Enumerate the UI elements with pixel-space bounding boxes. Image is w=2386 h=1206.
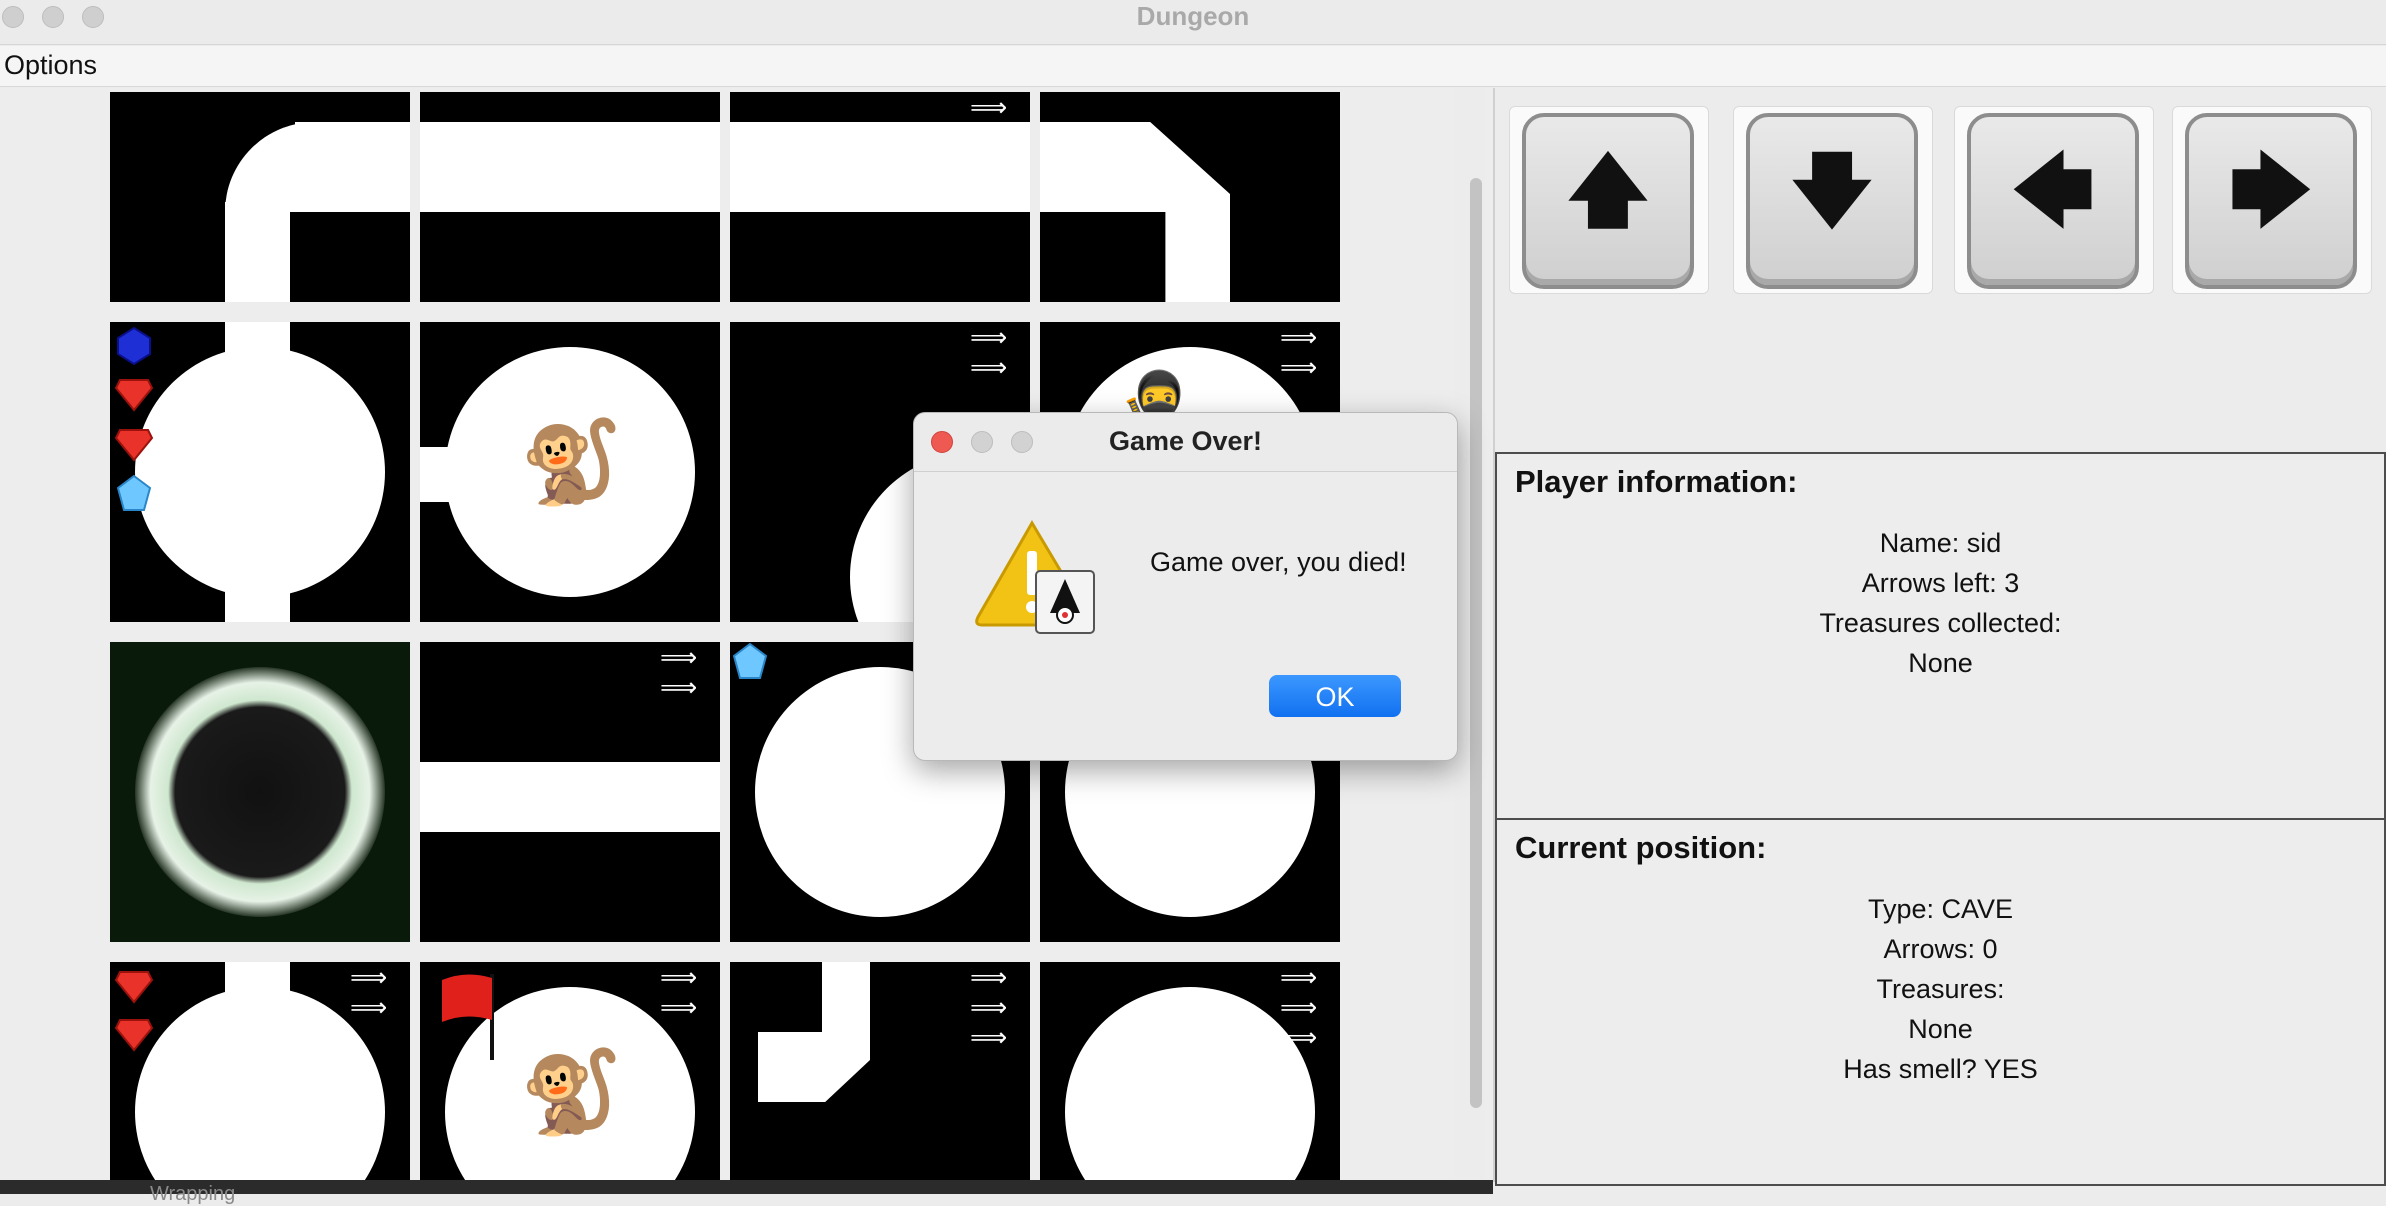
move-right-button[interactable]: 🡆 [2185, 113, 2357, 289]
down-arrow-icon: 🡇 [1790, 146, 1874, 235]
ruby-gem-icon [114, 374, 154, 414]
player-info-panel: Player information: Name: sid Arrows lef… [1495, 452, 2386, 820]
move-up-card: 🡅 [1509, 106, 1709, 294]
map-cell: 🐒 ⟹ ⟹ [420, 962, 720, 1182]
ok-button[interactable]: OK [1269, 675, 1401, 717]
map-cell: ⟹ ⟹ [420, 642, 720, 942]
player-treasures-label: Treasures collected: [1819, 608, 2062, 638]
map-cell [1040, 92, 1340, 302]
arrows-marker: ⟹ ⟹ ⟹ [1280, 962, 1318, 1052]
sapphire-gem-icon [114, 326, 154, 366]
map-cell: ⟹ ⟹ ⟹ [1040, 962, 1340, 1182]
dialog-message: Game over, you died! [1150, 547, 1407, 577]
position-smell: Has smell? YES [1843, 1054, 2038, 1084]
otyugh-monster-icon: 🐒 [520, 417, 623, 508]
ruby-gem-icon [114, 424, 154, 464]
player-name: Name: sid [1879, 528, 2002, 558]
background-window-text: Wrapping [150, 1183, 236, 1205]
diamond-gem-icon [114, 474, 154, 514]
dialog-title: Game Over! [1108, 426, 1263, 456]
left-arrow-icon: 🡄 [2011, 146, 2095, 235]
position-type: Type: CAVE [1867, 894, 2014, 924]
map-cell [110, 92, 410, 302]
position-arrows: Arrows: 0 [1883, 934, 1998, 964]
window-title: Dungeon [1136, 1, 1250, 31]
arrows-marker: ⟹ ⟹ ⟹ [970, 962, 1008, 1052]
player-treasures-value: None [1908, 648, 1973, 678]
player-arrows-left: Arrows left: 3 [1861, 568, 2020, 598]
move-left-card: 🡄 [1954, 106, 2154, 294]
map-cell [110, 642, 410, 942]
diamond-gem-icon [730, 642, 770, 682]
game-over-dialog: Game Over! Game over, you died! OK [913, 412, 1458, 761]
map-cell: ⟹ ⟹ [730, 92, 1030, 302]
map-cell [420, 92, 720, 302]
pit-icon [135, 667, 385, 917]
move-left-button[interactable]: 🡄 [1967, 113, 2139, 289]
arrows-marker: ⟹ ⟹ [660, 642, 698, 702]
window-title-bar: Dungeon [0, 0, 2386, 45]
map-cell: 🐒 [420, 322, 720, 622]
arrows-marker: ⟹ ⟹ [1280, 322, 1318, 382]
position-treasures-value: None [1908, 1014, 1973, 1044]
position-treasures-label: Treasures: [1876, 974, 2005, 1004]
ruby-gem-icon [114, 966, 154, 1006]
dialog-title-bar: Game Over! [914, 413, 1457, 472]
warning-icon [972, 517, 1096, 642]
up-arrow-icon: 🡅 [1566, 146, 1650, 235]
right-arrow-icon: 🡆 [2229, 146, 2313, 235]
map-scrollbar-thumb[interactable] [1470, 178, 1482, 1108]
menu-bar: Options [0, 46, 2386, 87]
player-info-heading: Player information: [1515, 464, 1798, 499]
arrows-marker: ⟹ ⟹ [970, 322, 1008, 382]
current-position-heading: Current position: [1515, 830, 1767, 865]
player-flag-icon [438, 970, 502, 1065]
map-cell: ⟹ ⟹ ⟹ [730, 962, 1030, 1182]
menu-options[interactable]: Options [4, 50, 97, 81]
map-cell [110, 322, 410, 622]
arrows-marker: ⟹ ⟹ [660, 962, 698, 1022]
move-up-button[interactable]: 🡅 [1522, 113, 1694, 289]
ruby-gem-icon [114, 1014, 154, 1054]
arrows-marker: ⟹ ⟹ [970, 92, 1008, 152]
map-cell: ⟹ ⟹ [110, 962, 410, 1182]
arrows-marker: ⟹ ⟹ [350, 962, 388, 1022]
move-right-card: 🡆 [2172, 106, 2372, 294]
otyugh-monster-icon: 🐒 [520, 1047, 623, 1138]
move-down-card: 🡇 [1733, 106, 1933, 294]
move-down-button[interactable]: 🡇 [1746, 113, 1918, 289]
current-position-panel: Current position: Type: CAVE Arrows: 0 T… [1495, 818, 2386, 1186]
